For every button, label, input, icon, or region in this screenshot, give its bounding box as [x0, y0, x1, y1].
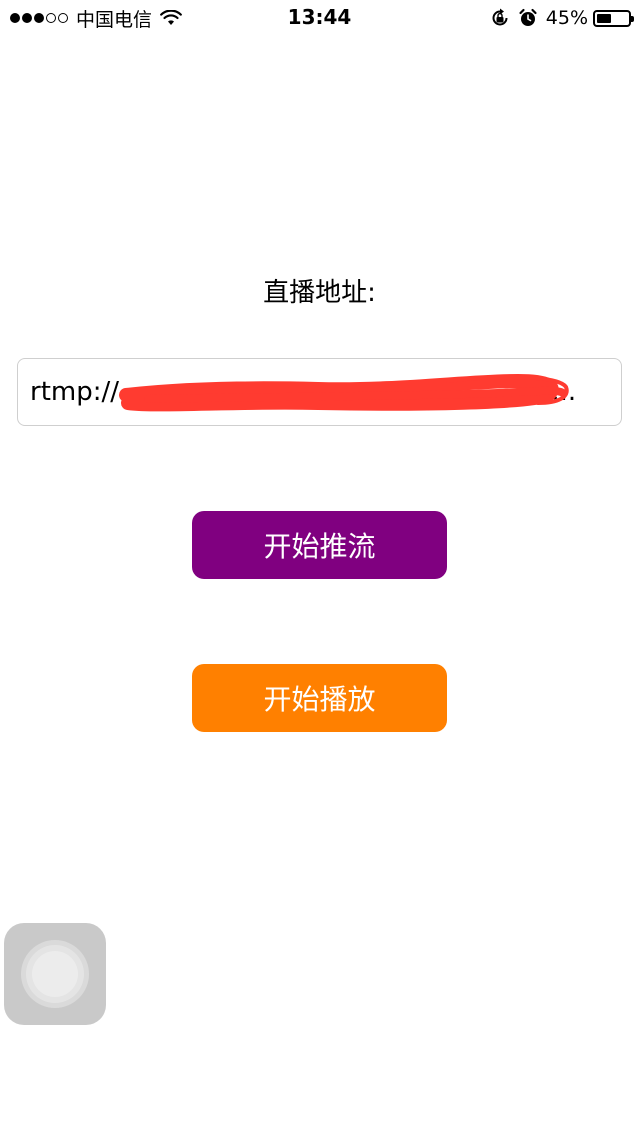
- battery-icon: [593, 9, 634, 27]
- status-bar: 中国电信 13:44 45%: [0, 0, 639, 36]
- stream-url-label: 直播地址:: [263, 278, 376, 308]
- assistive-touch-ring: [21, 940, 89, 1008]
- battery-tip: [631, 15, 634, 22]
- alarm-icon: [519, 8, 537, 26]
- stream-url-field[interactable]: rtmp:// /ro...: [17, 358, 622, 426]
- stream-url-text: rtmp:// /ro...: [30, 359, 610, 425]
- assistive-touch-ring-inner: [26, 945, 84, 1003]
- stream-url-suffix: /ro...: [517, 377, 577, 407]
- rotation-lock-icon: [492, 8, 508, 26]
- assistive-touch-core: [32, 951, 78, 997]
- status-right: 45%: [490, 6, 634, 30]
- start-push-button[interactable]: 开始推流: [192, 511, 447, 579]
- start-play-button[interactable]: 开始播放: [192, 664, 447, 732]
- assistive-touch-icon[interactable]: [4, 923, 106, 1025]
- stream-url-prefix: rtmp://: [30, 377, 119, 407]
- battery-fill: [597, 13, 611, 23]
- app-screen: 中国电信 13:44 45% 直播地址: rtmp:// /ro... 开始推流…: [0, 0, 639, 1136]
- battery-percent: 45%: [545, 7, 588, 29]
